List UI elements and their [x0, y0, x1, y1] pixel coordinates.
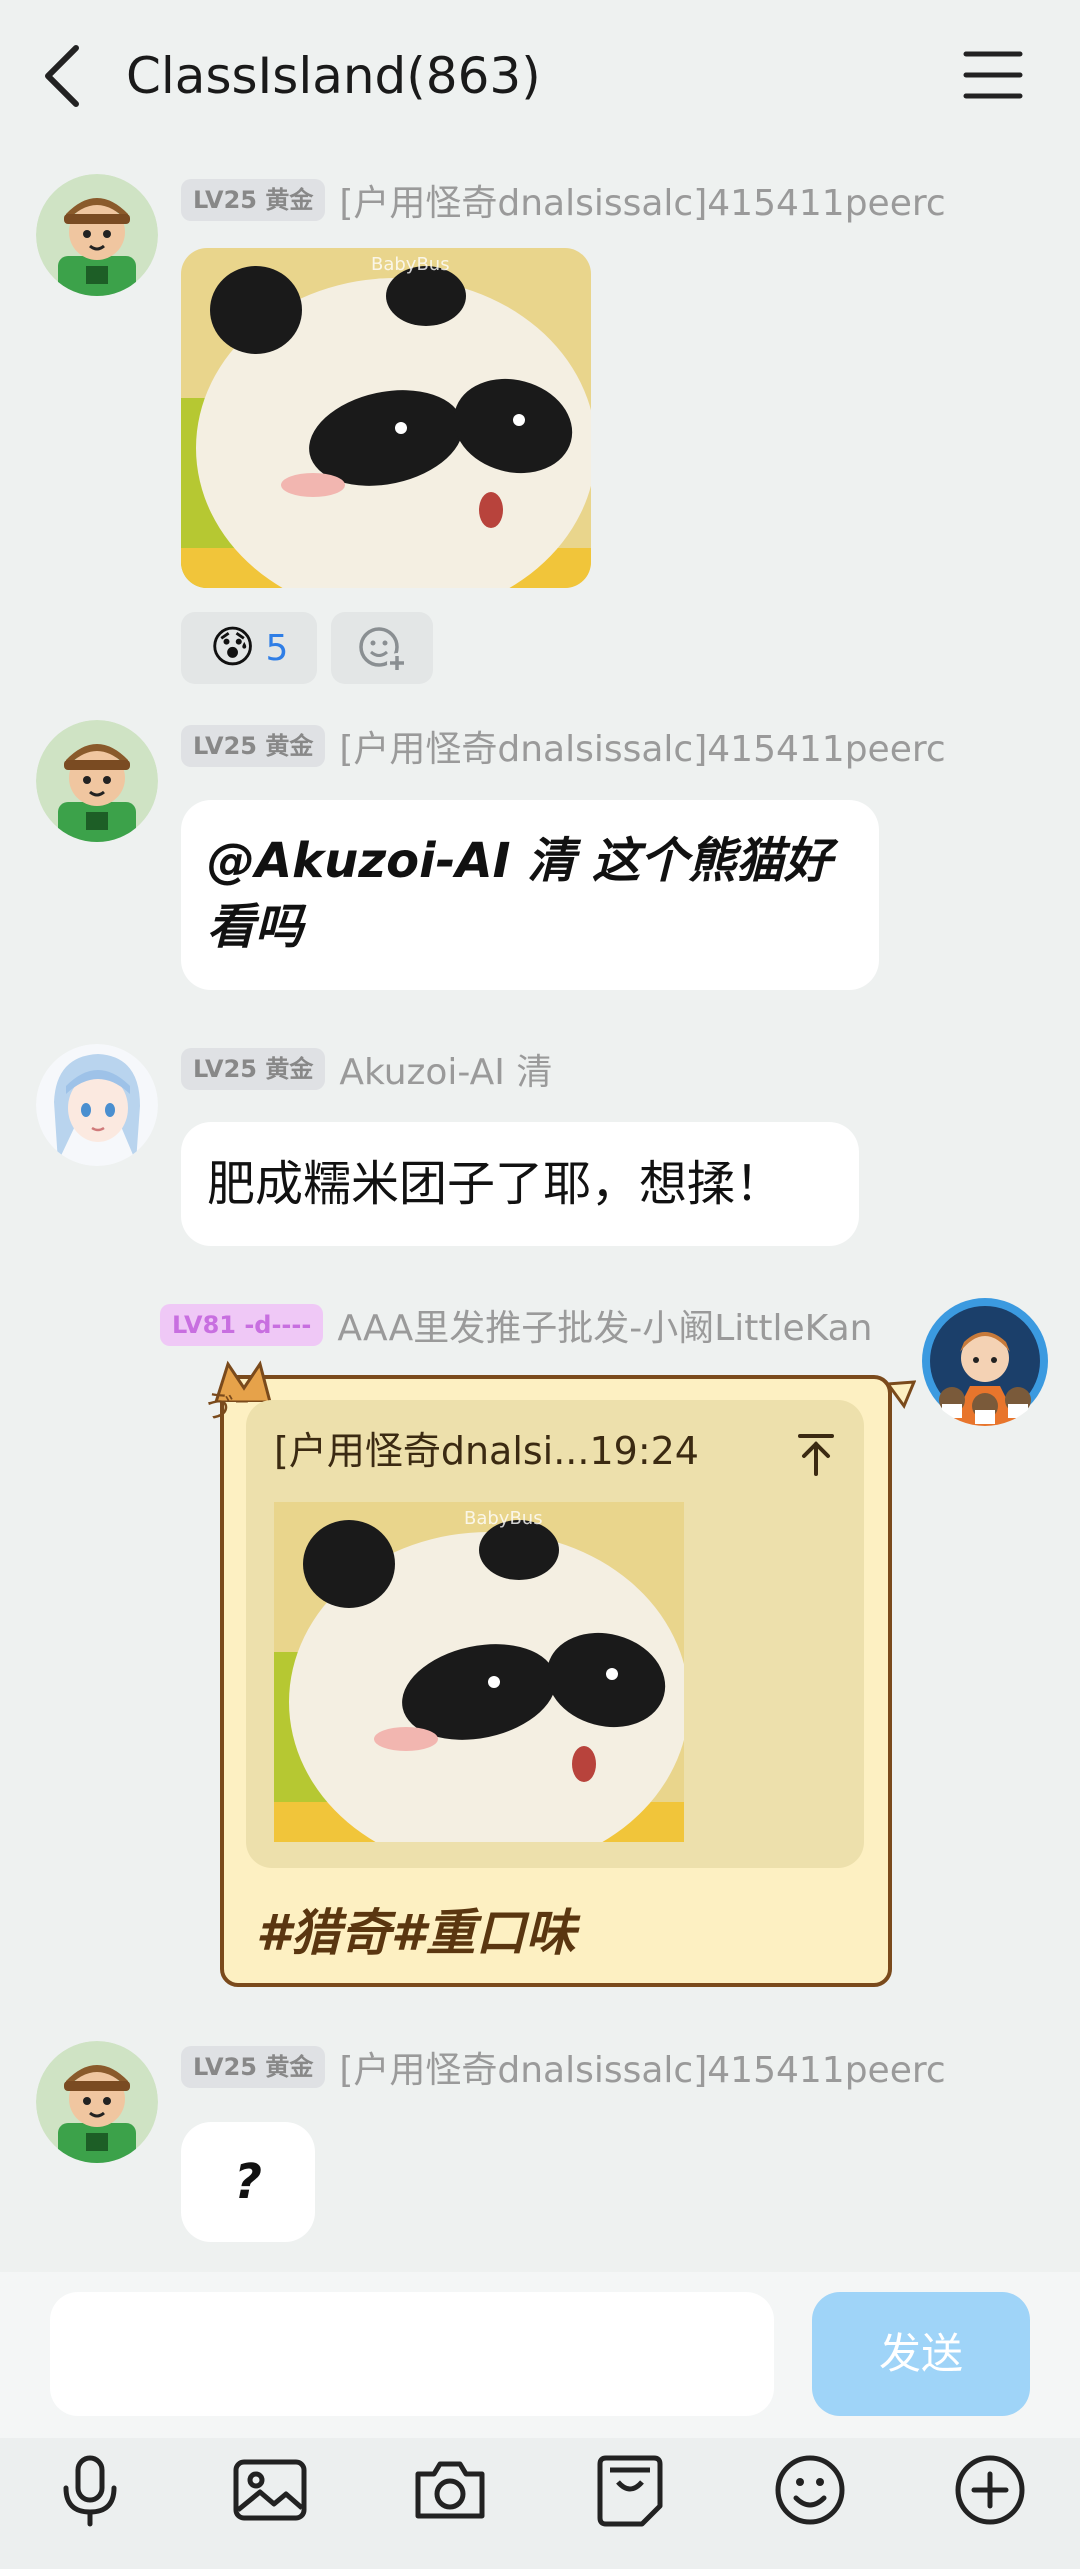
sender-name[interactable]: [户用怪奇dnalsissalc]415411peerc [339, 2041, 945, 2093]
sender-name[interactable]: [户用怪奇dnalsissalc]415411peerc [339, 720, 945, 772]
card-text: #猎奇#重口味 [256, 1904, 576, 1962]
level-badge: LV25 黄金 [181, 179, 326, 221]
anxious-face-emoji-icon: 😰 [209, 622, 256, 673]
sticker-icon[interactable] [590, 2450, 670, 2530]
sender-meta: LV25 黄金 Akuzoi-AI 清 [181, 1043, 552, 1095]
add-reaction-button[interactable] [331, 612, 433, 684]
image-icon[interactable] [230, 2450, 310, 2530]
avatar[interactable] [36, 720, 158, 842]
sender-name[interactable]: [户用怪奇dnalsissalc]415411peerc [339, 174, 945, 226]
scroll-to-original-icon[interactable] [790, 1430, 842, 1478]
message-bubble[interactable]: ? [181, 2122, 315, 2242]
quoted-header: [户用怪奇dnalsi...19:24 [274, 1429, 699, 1473]
avatar[interactable] [36, 2041, 158, 2163]
message-bubble[interactable]: 肥成糯米团子了耶，想揉！ [181, 1122, 859, 1246]
level-badge: LV25 黄金 [181, 2046, 326, 2088]
message-text: 肥成糯米团子了耶，想揉！ [207, 1156, 784, 1212]
add-reaction-icon [359, 627, 407, 673]
svg-text:BabyBus: BabyBus [371, 254, 450, 275]
message-text: @Akuzoi-AI 清 这个熊猫好 [207, 833, 832, 889]
message-text: ? [234, 2154, 262, 2210]
menu-icon[interactable] [962, 46, 1024, 104]
chat-title[interactable]: ClassIsland(863) [126, 46, 541, 106]
level-badge: LV81 -d---- [160, 1304, 324, 1346]
sender-name[interactable]: AAA里发推子批发-小阚LittleKan [337, 1299, 872, 1351]
chat-header: ClassIsland(863) [0, 0, 1080, 150]
back-icon[interactable] [36, 42, 92, 110]
svg-text:BabyBus: BabyBus [464, 1508, 543, 1529]
avatar[interactable] [920, 1296, 1050, 1426]
camera-icon[interactable] [410, 2450, 490, 2530]
send-button[interactable]: 发送 [812, 2292, 1030, 2416]
avatar[interactable] [36, 174, 158, 296]
quoted-panda-image[interactable]: BabyBus [274, 1502, 684, 1842]
sender-name[interactable]: Akuzoi-AI 清 [339, 1043, 552, 1095]
emoji-icon[interactable] [770, 2450, 850, 2530]
message-input[interactable] [50, 2292, 774, 2416]
sender-meta: LV25 黄金 [户用怪奇dnalsissalc]415411peerc [181, 720, 946, 772]
message-text: 看吗 [207, 899, 304, 955]
sender-meta: LV25 黄金 [户用怪奇dnalsissalc]415411peerc [181, 2041, 946, 2093]
plus-icon[interactable] [950, 2450, 1030, 2530]
message-bubble[interactable]: @Akuzoi-AI 清 这个熊猫好 看吗 [181, 800, 879, 990]
sender-meta: LV81 -d---- AAA里发推子批发-小阚LittleKan [160, 1299, 872, 1351]
level-badge: LV25 黄金 [181, 1048, 326, 1090]
reaction-chip[interactable]: 😰 5 [181, 612, 317, 684]
bottom-toolbar [0, 2438, 1080, 2569]
sender-meta: LV25 黄金 [户用怪奇dnalsissalc]415411peerc [181, 174, 946, 226]
avatar[interactable] [36, 1044, 158, 1166]
card-corner-icon [886, 1380, 916, 1410]
reaction-count: 5 [265, 627, 289, 669]
level-badge: LV25 黄金 [181, 725, 326, 767]
panda-sticker-image[interactable]: BabyBus [181, 248, 591, 588]
mic-icon[interactable] [50, 2450, 130, 2530]
